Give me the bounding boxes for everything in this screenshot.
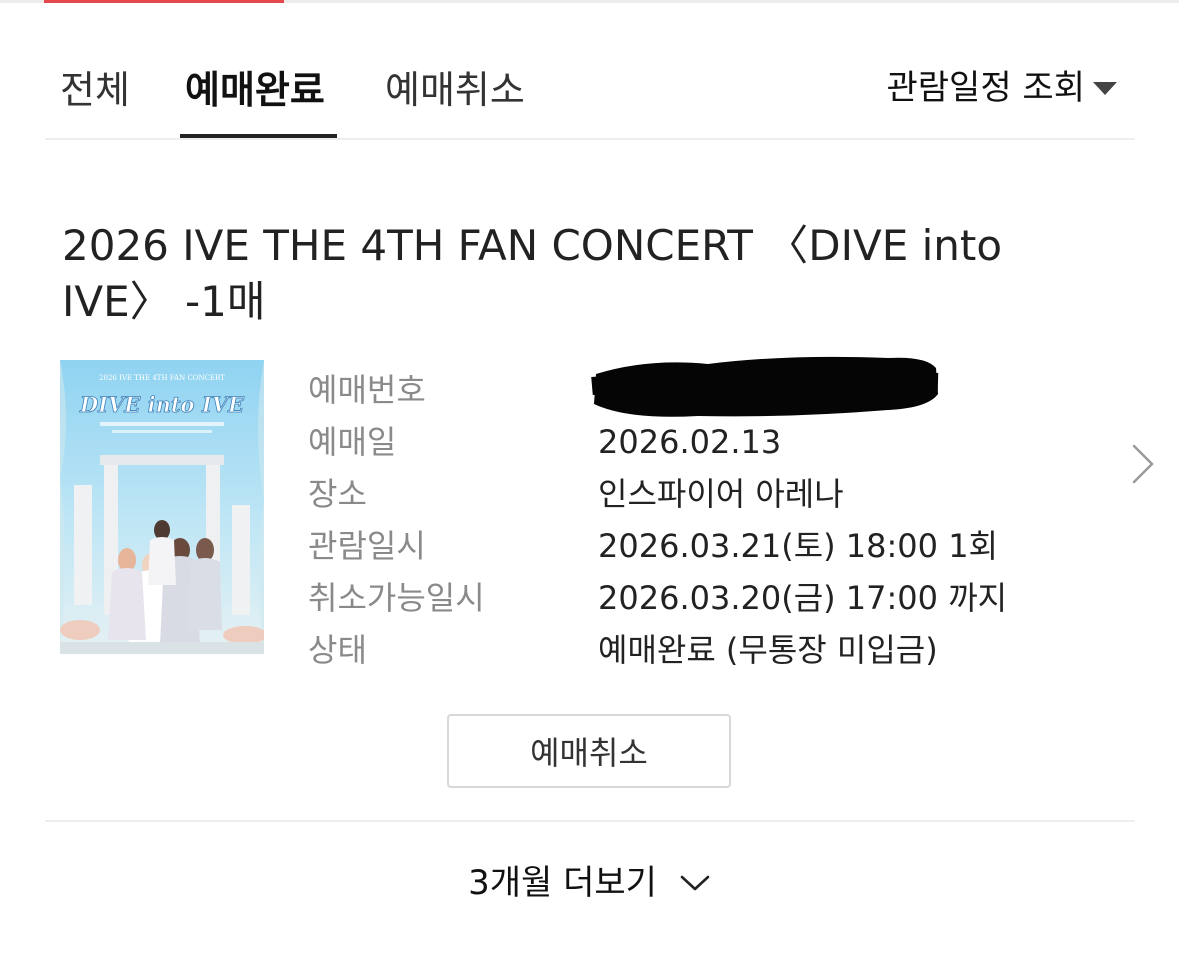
schedule-filter-label: 관람일정 조회 xyxy=(886,68,1086,108)
detail-label-booking-date: 예매일 xyxy=(308,423,397,461)
detail-value-cancel-deadline: 2026.03.20(금) 17:00 까지 xyxy=(598,579,1008,617)
chevron-right-icon[interactable] xyxy=(1128,442,1158,486)
tab-booking-cancelled[interactable]: 예매취소 xyxy=(385,66,525,114)
detail-row-status: 상태 예매완료 (무통장 미입금) xyxy=(308,624,1108,676)
schedule-filter-dropdown[interactable]: 관람일정 조회 xyxy=(886,66,1117,110)
booking-title[interactable]: 2026 IVE THE 4TH FAN CONCERT 〈DIVE into … xyxy=(62,218,1072,330)
detail-value-booking-date: 2026.02.13 xyxy=(598,423,782,461)
redaction-scribble xyxy=(591,356,939,417)
show-more-label: 3개월 더보기 xyxy=(468,863,657,903)
show-more-button[interactable]: 3개월 더보기 xyxy=(0,858,1179,908)
detail-label-cancel-deadline: 취소가능일시 xyxy=(308,579,485,617)
tabs-divider xyxy=(45,138,1135,140)
detail-value-status: 예매완료 (무통장 미입금) xyxy=(598,631,938,669)
tab-all[interactable]: 전체 xyxy=(60,66,130,114)
detail-row-cancel-deadline: 취소가능일시 2026.03.20(금) 17:00 까지 xyxy=(308,572,1108,624)
bottom-divider xyxy=(45,820,1135,822)
detail-label-venue: 장소 xyxy=(308,475,367,513)
poster-logo-text: DIVE into IVE xyxy=(79,392,245,417)
detail-row-booking-date: 예매일 2026.02.13 xyxy=(308,416,1108,468)
detail-row-booking-number: 예매번호 xyxy=(308,356,1108,417)
poster-header-text: 2026 IVE THE 4TH FAN CONCERT xyxy=(99,374,225,382)
detail-label-show-datetime: 관람일시 xyxy=(308,527,426,565)
detail-row-venue: 장소 인스파이어 아레나 xyxy=(308,468,1108,520)
detail-label-status: 상태 xyxy=(308,631,367,669)
show-more-content: 3개월 더보기 xyxy=(468,858,711,908)
chevron-down-icon xyxy=(680,875,710,891)
detail-row-show-datetime: 관람일시 2026.03.21(토) 18:00 1회 xyxy=(308,520,1108,572)
concert-poster[interactable]: 2026 IVE THE 4TH FAN CONCERT DIVE into I… xyxy=(60,360,264,654)
cancel-booking-button[interactable]: 예매취소 xyxy=(447,714,731,788)
detail-label-booking-number: 예매번호 xyxy=(308,371,426,409)
caret-down-icon xyxy=(1093,81,1117,95)
detail-value-venue: 인스파이어 아레나 xyxy=(598,475,844,513)
tab-booking-complete[interactable]: 예매완료 xyxy=(185,66,325,114)
detail-value-show-datetime: 2026.03.21(토) 18:00 1회 xyxy=(598,527,998,565)
top-accent-bar xyxy=(44,0,284,3)
